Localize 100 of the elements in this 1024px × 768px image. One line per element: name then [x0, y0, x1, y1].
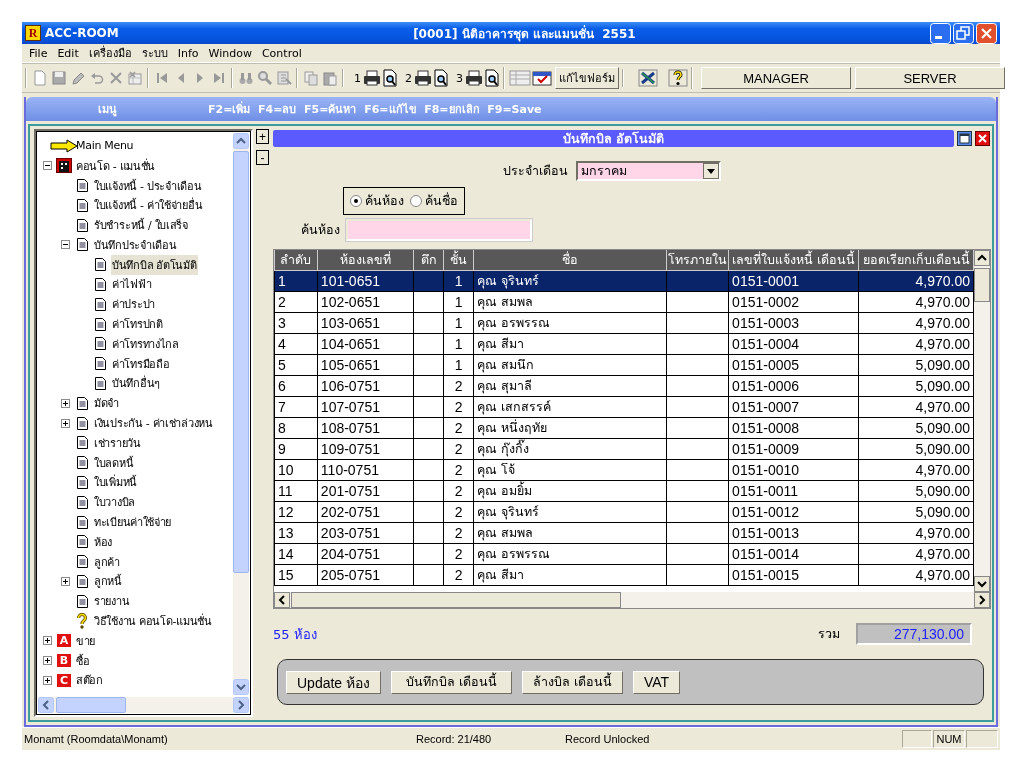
- table-row[interactable]: 6 106-0751 2 คุณ สุมาลี 0151-0006 5,090.00: [274, 375, 974, 397]
- expand-icon[interactable]: [60, 418, 70, 428]
- undo-icon[interactable]: [89, 70, 105, 86]
- restore-icon[interactable]: [953, 22, 974, 44]
- help-icon[interactable]: [668, 69, 688, 87]
- printer-icon[interactable]: [363, 70, 381, 86]
- binoculars-icon[interactable]: [238, 70, 254, 86]
- table-row[interactable]: 4 104-0651 1 คุณ สีมา 0151-0004 4,970.00: [274, 333, 974, 355]
- scroll-left-icon[interactable]: [274, 592, 290, 608]
- scroll-thumb[interactable]: [233, 151, 249, 573]
- pencil-icon[interactable]: [70, 70, 86, 86]
- tree-item[interactable]: บันทึกอื่นๆ: [111, 373, 161, 394]
- expand-icon[interactable]: [60, 576, 70, 586]
- tree-item[interactable]: ค่าโทรปกติ: [111, 314, 164, 335]
- tree-item[interactable]: รับชำระหนี้ / ใบเสร็จ: [93, 215, 189, 236]
- tree-item[interactable]: ใบเพิ่มหนี้: [93, 472, 138, 493]
- menu-item[interactable]: Edit: [52, 46, 84, 60]
- table-row[interactable]: 12 202-0751 2 คุณ จุรินทร์ 0151-0012 5,090.00: [274, 501, 974, 523]
- tree-item[interactable]: Main Menu: [75, 138, 135, 154]
- menu-item[interactable]: Control: [256, 46, 307, 60]
- column-header[interactable]: ลำดับ: [274, 250, 318, 271]
- column-header[interactable]: ห้องเลขที่: [317, 250, 414, 271]
- table-row[interactable]: 10 110-0751 2 คุณ โจ้ 0151-0010 4,970.00: [274, 459, 974, 481]
- column-header[interactable]: โทรภายใน: [666, 250, 729, 271]
- tree-item[interactable]: ค่าไฟฟ้า: [111, 274, 153, 295]
- expand-icon[interactable]: [42, 636, 52, 646]
- tree-item[interactable]: วิธีใช้งาน คอนโด-แมนชั่น: [93, 611, 213, 632]
- table-row[interactable]: 5 105-0651 1 คุณ สมนึก 0151-0005 5,090.00: [274, 354, 974, 376]
- expand-icon[interactable]: [42, 656, 52, 666]
- delete-row-icon[interactable]: [127, 70, 143, 86]
- save-icon[interactable]: [51, 70, 67, 86]
- form-check-icon[interactable]: [532, 69, 554, 87]
- printer-icon[interactable]: [414, 70, 432, 86]
- minimize-icon[interactable]: [930, 22, 951, 44]
- last-icon[interactable]: [211, 70, 227, 86]
- column-header[interactable]: ชื่อ: [473, 250, 667, 271]
- table-row[interactable]: 3 103-0651 1 คุณ อรพรรณ 0151-0003 4,970.00: [274, 312, 974, 334]
- tree-item[interactable]: รายงาน: [93, 591, 131, 612]
- tree-item[interactable]: บันทึกประจำเดือน: [93, 234, 178, 255]
- column-header[interactable]: ตึก: [413, 250, 444, 271]
- scroll-down-icon[interactable]: [974, 576, 990, 592]
- tree-item[interactable]: ค่าประปา: [111, 294, 156, 315]
- expand-button[interactable]: +: [256, 129, 269, 144]
- tree-item[interactable]: มัดจำ: [93, 393, 121, 414]
- spreadsheet-icon[interactable]: [638, 69, 658, 87]
- expand-icon[interactable]: [60, 398, 70, 408]
- edit-form-button[interactable]: แก้ไขฟอร์ม: [555, 67, 619, 89]
- action-button[interactable]: VAT: [633, 670, 681, 694]
- radio-icon[interactable]: [350, 195, 362, 207]
- collapse-icon[interactable]: [42, 161, 52, 171]
- collapse-button[interactable]: -: [256, 150, 269, 165]
- window-icon[interactable]: [957, 130, 972, 146]
- print-preview-icon[interactable]: [433, 69, 449, 87]
- table-row[interactable]: 1 101-0651 1 คุณ จุรินทร์ 0151-0001 4,970.00: [274, 270, 974, 292]
- tree-item[interactable]: ซื้อ: [75, 650, 91, 671]
- tree-item[interactable]: เงินประกัน - ค่าเช่าล่วงหน: [93, 413, 214, 434]
- tree-item[interactable]: ทะเบียนค่าใช้จ่าย: [93, 512, 173, 533]
- action-button[interactable]: Update ห้อง: [286, 670, 382, 694]
- collapse-icon[interactable]: [60, 240, 70, 250]
- scroll-thumb[interactable]: [974, 268, 990, 302]
- scroll-right-icon[interactable]: [974, 592, 990, 608]
- table-row[interactable]: 11 201-0751 2 คุณ อมยิ้ม 0151-0011 5,090.00: [274, 480, 974, 502]
- table-row[interactable]: 14 204-0751 2 คุณ อรพรรณ 0151-0014 4,970.00: [274, 543, 974, 565]
- tree-item[interactable]: บันทึกบิล อัตโนมัติ: [111, 254, 198, 275]
- menu-item[interactable]: Window: [203, 46, 257, 60]
- tree-item[interactable]: ค่าโทรทางไกล: [111, 333, 180, 354]
- table-row[interactable]: 13 203-0751 2 คุณ สมพล 0151-0013 4,970.00: [274, 522, 974, 544]
- tree-item[interactable]: ห้อง: [93, 531, 114, 552]
- close-icon[interactable]: [975, 130, 990, 146]
- column-header[interactable]: ยอดเรียกเก็บเดือนนี้: [858, 250, 974, 271]
- action-button[interactable]: บันทึกบิล เดือนนี้: [391, 670, 513, 694]
- magnifier-icon[interactable]: [257, 70, 273, 86]
- tree-item[interactable]: ใบแจ้งหนี้ - ค่าใช้จ่ายอื่น: [93, 195, 204, 216]
- tree-item[interactable]: ขาย: [75, 630, 97, 651]
- first-icon[interactable]: [154, 70, 170, 86]
- server-mode-button[interactable]: MANAGER: [701, 67, 851, 89]
- table-row[interactable]: 7 107-0751 2 คุณ เสกสรรค์ 0151-0007 4,970.00: [274, 396, 974, 418]
- tree-item[interactable]: ใบแจ้งหนี้ - ประจำเดือน: [93, 175, 203, 196]
- table-row[interactable]: 2 102-0651 1 คุณ สมพล 0151-0002 4,970.00: [274, 291, 974, 313]
- table-row[interactable]: 15 205-0751 2 คุณ สีมา 0151-0015 4,970.00: [274, 564, 974, 586]
- search-field[interactable]: [346, 219, 532, 241]
- print-preview-icon[interactable]: [382, 69, 398, 87]
- action-button[interactable]: ล้างบิล เดือนนี้: [522, 670, 623, 694]
- radio-button[interactable]: ค้นห้อง: [350, 191, 404, 211]
- menu-item[interactable]: Info: [172, 46, 204, 60]
- scroll-up-icon[interactable]: [974, 250, 990, 266]
- print-preview-icon[interactable]: [484, 69, 500, 87]
- menu-item[interactable]: ระบบ: [136, 44, 173, 62]
- tree-item[interactable]: ใบลดหนี้: [93, 452, 135, 473]
- table-row[interactable]: 8 108-0751 2 คุณ หนึ่งฤทัย 0151-0008 5,090.00: [274, 417, 974, 439]
- tree-item[interactable]: ใบวางบิล: [93, 492, 136, 513]
- tree-item[interactable]: ลูกค้า: [93, 551, 121, 572]
- radio-button[interactable]: ค้นชื่อ: [410, 191, 458, 211]
- tree-item[interactable]: เช่ารายวัน: [93, 432, 142, 453]
- tree-item[interactable]: ค่าโทรมือถือ: [111, 353, 171, 374]
- server-mode-button[interactable]: SERVER: [855, 67, 1005, 89]
- column-header[interactable]: ชั้น: [443, 250, 474, 271]
- table-row[interactable]: 9 109-0751 2 คุณ กุ๊งกิ๊ง 0151-0009 5,090.00: [274, 438, 974, 460]
- paste-icon[interactable]: [322, 70, 338, 86]
- tree-item[interactable]: สต๊อก: [75, 670, 104, 691]
